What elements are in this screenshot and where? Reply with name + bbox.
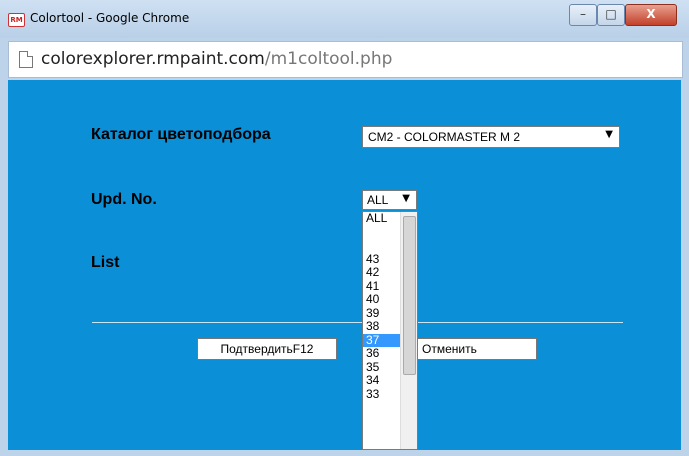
upd-no-label: Upd. No. (91, 191, 157, 208)
dropdown-option[interactable]: 35 (363, 360, 400, 375)
dropdown-option[interactable]: 39 (363, 306, 400, 321)
title-bar: RM Colortool - Google Chrome – □ X (0, 0, 689, 38)
confirm-button[interactable]: ПодтвердитьF12 (197, 338, 337, 360)
dropdown-option[interactable]: 40 (363, 292, 400, 307)
list-label: List (91, 254, 120, 271)
address-bar[interactable]: colorexplorer.rmpaint.com/m1coltool.php (8, 41, 683, 78)
catalog-select-value: CM2 - COLORMASTER M 2 (368, 130, 521, 144)
upd-no-dropdown-list[interactable]: ALL 43 42 41 40 39 38 37 36 35 34 33 (362, 211, 418, 450)
maximize-button[interactable]: □ (597, 4, 625, 26)
dropdown-option[interactable]: 41 (363, 279, 400, 294)
upd-no-select-value: ALL (367, 193, 389, 207)
url-text[interactable]: colorexplorer.rmpaint.com/m1coltool.php (41, 49, 392, 69)
url-host: colorexplorer.rmpaint.com (41, 49, 265, 69)
upd-no-select[interactable]: ALL ▼ (362, 190, 417, 210)
dropdown-option[interactable]: 38 (363, 319, 400, 334)
dropdown-option[interactable]: 36 (363, 346, 400, 361)
window-title: Colortool - Google Chrome (30, 11, 190, 25)
dropdown-option[interactable] (363, 226, 400, 253)
url-path: /m1coltool.php (264, 49, 393, 69)
browser-window: RM Colortool - Google Chrome – □ X color… (0, 0, 689, 456)
minimize-button[interactable]: – (569, 4, 597, 26)
scrollbar-thumb[interactable] (403, 216, 416, 375)
close-button[interactable]: X (625, 4, 677, 26)
dropdown-options: ALL 43 42 41 40 39 38 37 36 35 34 33 (363, 212, 400, 401)
app-logo-icon: RM (8, 13, 25, 27)
catalog-select[interactable]: CM2 - COLORMASTER M 2 ▼ (362, 126, 620, 148)
cancel-button[interactable]: Отменить (403, 338, 537, 360)
dropdown-option-selected[interactable]: 37 (363, 333, 400, 347)
dropdown-option[interactable]: 43 (363, 252, 400, 267)
dropdown-option[interactable]: 33 (363, 387, 400, 402)
chevron-down-icon: ▼ (402, 193, 410, 204)
divider (92, 322, 623, 323)
dropdown-option[interactable]: 34 (363, 373, 400, 388)
chevron-down-icon: ▼ (605, 129, 613, 140)
catalog-label: Каталог цветоподбора (91, 126, 271, 143)
dropdown-option[interactable]: 42 (363, 265, 400, 280)
page-content: Каталог цветоподбора CM2 - COLORMASTER M… (8, 80, 681, 450)
page-icon (19, 51, 33, 68)
dropdown-scrollbar[interactable] (400, 212, 417, 449)
dropdown-option[interactable]: ALL (363, 212, 400, 226)
